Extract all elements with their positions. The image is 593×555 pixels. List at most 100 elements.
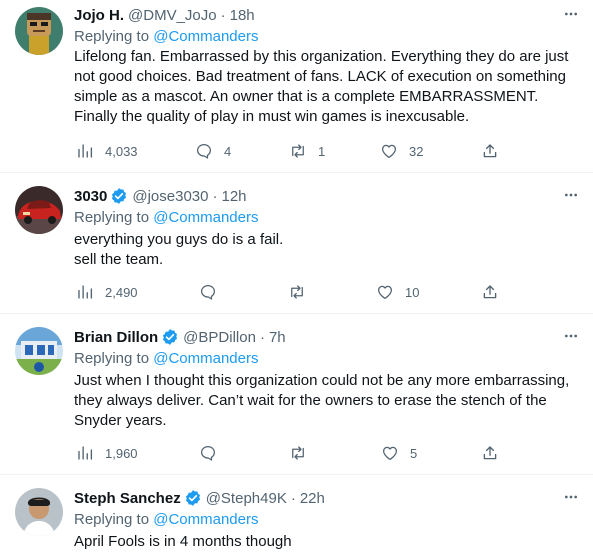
timestamp[interactable]: 18h	[230, 7, 255, 24]
avatar[interactable]	[15, 7, 63, 55]
tweet-text-line: they always deliver. Can’t wait for the …	[74, 392, 547, 409]
user-handle[interactable]: @BPDillon	[183, 329, 256, 346]
replying-to-label: Replying to	[74, 209, 154, 226]
replying-to: Replying to @Commanders	[74, 208, 258, 228]
replying-to: Replying to @Commanders	[74, 27, 258, 47]
reply-icon	[200, 445, 216, 461]
share-icon	[483, 446, 497, 460]
views-count: 4,033	[105, 143, 138, 159]
verified-badge-icon	[163, 329, 178, 345]
replying-to-label: Replying to	[74, 28, 154, 45]
like-icon	[382, 446, 398, 461]
tweet[interactable]: Steph Sanchez @Steph49K · 22h Replying t…	[0, 476, 593, 555]
separator-dot: ·	[290, 489, 296, 507]
separator-dot: ·	[212, 187, 218, 205]
retweet-icon	[292, 144, 304, 158]
tweet-text: Just when I thought this organization co…	[74, 371, 579, 431]
like-button[interactable]: 5	[381, 443, 417, 463]
tweet-text-line: simple as a mascot. An owner that is a c…	[74, 88, 539, 105]
mention-link[interactable]: @Commanders	[153, 511, 258, 528]
tweet-text-line: sell the team.	[74, 251, 164, 268]
user-handle[interactable]: @DMV_JoJo	[128, 7, 217, 24]
retweet-button[interactable]: 1	[289, 141, 325, 161]
views-button[interactable]: 2,490	[76, 282, 138, 302]
mention-link[interactable]: @Commanders	[153, 209, 258, 226]
like-count: 5	[410, 445, 418, 461]
like-icon	[381, 144, 397, 159]
share-icon	[483, 144, 497, 158]
tweet[interactable]: Jojo H. @DMV_JoJo · 18h Replying to @Com…	[0, 0, 593, 173]
more-icon[interactable]	[563, 489, 579, 505]
tweet-header: Steph Sanchez @Steph49K · 22h	[74, 488, 325, 508]
tweet[interactable]: 3030 @jose3030 · 12h Replying to @Comman…	[0, 174, 593, 314]
separator-dot: ·	[220, 6, 226, 24]
tweet-text-line: April Fools is in 4 months though	[74, 533, 292, 550]
tweet-header: Jojo H. @DMV_JoJo · 18h	[74, 5, 255, 25]
views-count: 1,960	[105, 445, 138, 461]
views-icon	[78, 144, 93, 158]
share-button[interactable]	[481, 282, 499, 302]
retweet-button[interactable]	[288, 282, 306, 302]
more-icon[interactable]	[563, 328, 579, 344]
more-icon[interactable]	[563, 6, 579, 22]
retweet-button[interactable]	[289, 443, 307, 463]
avatar[interactable]	[15, 327, 63, 375]
retweet-count: 1	[318, 143, 326, 159]
like-icon	[377, 285, 393, 300]
like-button[interactable]: 10	[376, 282, 419, 302]
avatar[interactable]	[15, 488, 63, 536]
tweet-text-line: Snyder years.	[74, 412, 167, 429]
display-name[interactable]: Brian Dillon	[74, 329, 158, 346]
tweet-text: April Fools is in 4 months though	[74, 532, 579, 552]
tweet-header: Brian Dillon @BPDillon · 7h	[74, 327, 286, 347]
tweet-text-line: not good choices. Bad treatment of fans.…	[74, 68, 566, 85]
verified-badge-icon	[112, 188, 127, 204]
replying-to-label: Replying to	[74, 350, 154, 367]
tweet[interactable]: Brian Dillon @BPDillon · 7h Replying to …	[0, 315, 593, 475]
reply-button[interactable]: 4	[195, 141, 231, 161]
mention-link[interactable]: @Commanders	[153, 350, 258, 367]
timestamp[interactable]: 22h	[300, 490, 325, 507]
reply-button[interactable]	[199, 443, 217, 463]
tweet-text-line: everything you guys do is a fail.	[74, 231, 284, 248]
share-icon	[483, 285, 497, 299]
like-count: 32	[409, 143, 424, 159]
user-handle[interactable]: @jose3030	[132, 188, 208, 205]
tweet-text: Lifelong fan. Embarrassed by this organi…	[74, 47, 579, 127]
action-bar: 2,490 10	[74, 282, 574, 302]
display-name[interactable]: Jojo H.	[74, 7, 124, 24]
avatar[interactable]	[15, 186, 63, 234]
reply-icon	[196, 143, 212, 159]
action-bar: 4,033 4 1 32	[74, 141, 574, 161]
share-button[interactable]	[481, 141, 499, 161]
verified-badge-icon	[185, 490, 200, 506]
timestamp[interactable]: 7h	[269, 329, 286, 346]
tweet-text: everything you guys do is a fail. sell t…	[74, 230, 579, 270]
views-button[interactable]: 4,033	[76, 141, 138, 161]
views-count: 2,490	[105, 284, 138, 300]
reply-button[interactable]	[199, 282, 217, 302]
replying-to: Replying to @Commanders	[74, 349, 258, 369]
like-button[interactable]: 32	[380, 141, 423, 161]
mention-link[interactable]: @Commanders	[153, 28, 258, 45]
reply-icon	[200, 284, 216, 300]
display-name[interactable]: 3030	[74, 188, 107, 205]
display-name[interactable]: Steph Sanchez	[74, 490, 181, 507]
tweet-text-line: Just when I thought this organization co…	[74, 372, 570, 389]
separator-dot: ·	[259, 328, 265, 346]
views-icon	[78, 446, 93, 460]
tweet-text-line: Lifelong fan. Embarrassed by this organi…	[74, 48, 569, 65]
reply-count: 4	[224, 143, 232, 159]
retweet-icon	[291, 285, 303, 299]
tweet-text-line: Finally the quality of play in must win …	[74, 108, 470, 125]
more-icon[interactable]	[563, 187, 579, 203]
replying-to-label: Replying to	[74, 511, 154, 528]
action-bar: 1,960 5	[74, 443, 574, 463]
user-handle[interactable]: @Steph49K	[206, 490, 287, 507]
share-button[interactable]	[481, 443, 499, 463]
timestamp[interactable]: 12h	[222, 188, 247, 205]
views-button[interactable]: 1,960	[76, 443, 138, 463]
like-count: 10	[405, 284, 420, 300]
retweet-icon	[292, 446, 304, 460]
tweet-header: 3030 @jose3030 · 12h	[74, 186, 247, 206]
